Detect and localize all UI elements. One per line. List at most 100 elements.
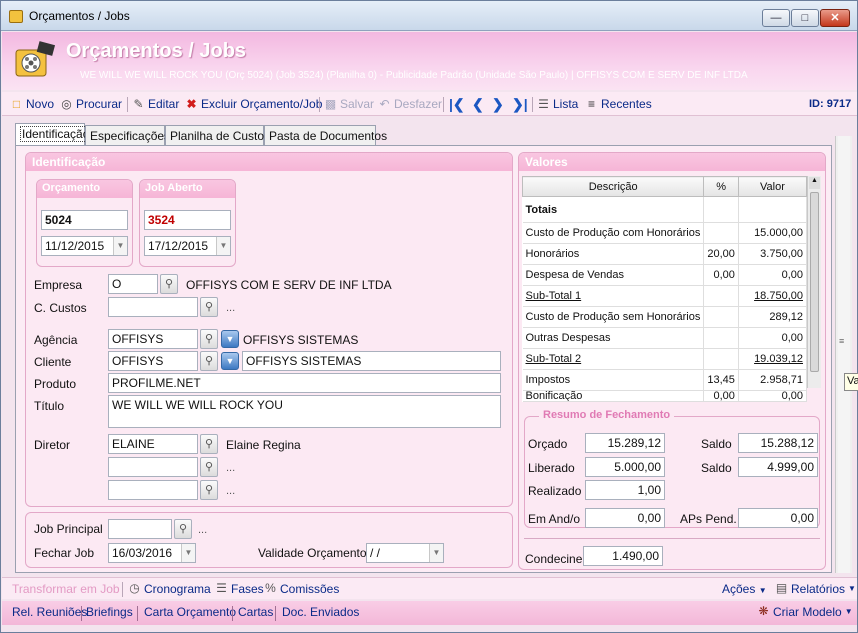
orcamento-date-field[interactable]: 11/12/2015 ▼ <box>41 236 128 256</box>
dropdown-arrow-icon[interactable]: ▼ <box>113 237 127 255</box>
job-number-field[interactable]: 3524 <box>144 210 231 230</box>
recent-button[interactable]: ≡ Recentes <box>585 96 652 112</box>
save-button[interactable]: ▩ Salvar <box>324 96 374 112</box>
minimize-button[interactable]: — <box>762 9 790 27</box>
search-icon[interactable]: ⚲ <box>200 457 218 477</box>
transform-to-job-link[interactable]: Transformar em Job <box>12 582 120 596</box>
empresa-code-field[interactable]: O <box>108 274 158 294</box>
cliente-name-field[interactable]: OFFISYS SISTEMAS <box>242 351 501 371</box>
search-icon[interactable]: ⚲ <box>200 351 218 371</box>
dropdown-arrow-icon[interactable]: ▼ <box>216 237 230 255</box>
row-valor: 0,00 <box>738 390 808 402</box>
diretor-code-field[interactable]: ELAINE <box>108 434 198 454</box>
tab-identificacao[interactable]: Identificação <box>15 123 92 146</box>
scroll-up-icon[interactable]: ▲ <box>809 177 820 189</box>
search-icon[interactable]: ⚲ <box>200 329 218 349</box>
row-descricao: Despesa de Vendas <box>522 264 705 286</box>
comissoes-link[interactable]: % Comissões <box>264 582 340 597</box>
first-record-icon[interactable]: |❮ <box>449 96 465 113</box>
em-andamento-field[interactable]: 0,00 <box>585 508 665 528</box>
comissoes-label: Comissões <box>280 582 340 596</box>
valores-table[interactable]: Descrição % Valor Totais Custo de Produçã… <box>521 176 808 402</box>
briefings-link[interactable]: Briefings <box>86 605 133 619</box>
new-button[interactable]: □ Novo <box>10 96 54 112</box>
search-icon[interactable]: ⚲ <box>160 274 178 294</box>
row-descricao: Custo de Produção com Honorários <box>522 222 705 244</box>
diretor2-code-field[interactable] <box>108 457 198 477</box>
aps-pend-field[interactable]: 0,00 <box>738 508 818 528</box>
table-row[interactable]: Honorários 20,00 3.750,00 <box>522 243 808 265</box>
search-icon[interactable]: ⚲ <box>200 480 218 500</box>
cliente-code-field[interactable]: OFFISYS <box>108 351 198 371</box>
doc-enviados-link[interactable]: Doc. Enviados <box>282 605 359 619</box>
validade-field[interactable]: / / ▼ <box>366 543 444 563</box>
maximize-button[interactable]: □ <box>791 9 819 27</box>
orcamento-number-field[interactable]: 5024 <box>41 210 128 230</box>
edit-button[interactable]: ✎ Editar <box>132 96 179 112</box>
search-icon[interactable]: ⚲ <box>200 297 218 317</box>
tab-label: Identificação <box>20 126 92 142</box>
dropdown-arrow-icon[interactable]: ▼ <box>181 544 195 562</box>
table-row[interactable]: Impostos 13,45 2.958,71 <box>522 369 808 391</box>
chevron-down-icon[interactable]: ▼ <box>221 352 239 370</box>
scroll-track[interactable] <box>838 136 850 573</box>
close-button[interactable]: ✕ <box>820 9 850 27</box>
liberado-field[interactable]: 5.000,00 <box>585 457 665 477</box>
cartas-link[interactable]: Cartas <box>238 605 273 619</box>
rel-reunioes-link[interactable]: Rel. Reuniões <box>12 605 87 619</box>
delete-button[interactable]: ✖ Excluir Orçamento/Job <box>185 96 322 112</box>
floppy-disk-icon: ▩ <box>324 96 337 111</box>
fases-link[interactable]: ☰ Fases <box>215 582 264 597</box>
criar-modelo-menu[interactable]: ❋ Criar Modelo ▼ <box>757 605 852 620</box>
table-row[interactable]: Totais <box>522 196 808 223</box>
tab-content: Identificação Orçamento 5024 11/12/2015 ▼… <box>15 145 832 573</box>
produto-field[interactable]: PROFILME.NET <box>108 373 501 393</box>
table-row[interactable]: Despesa de Vendas 0,00 0,00 <box>522 264 808 286</box>
cronograma-link[interactable]: ◷ Cronograma <box>128 582 210 597</box>
chevron-down-icon[interactable]: ▼ <box>221 330 239 348</box>
tab-planilha-custos[interactable]: Planilha de Custos <box>165 125 270 145</box>
titulo-field[interactable]: WE WILL WE WILL ROCK YOU <box>108 395 501 428</box>
realizado-field[interactable]: 1,00 <box>585 480 665 500</box>
fechar-job-field[interactable]: 16/03/2016 ▼ <box>108 543 196 563</box>
table-row[interactable]: Bonificação 0,00 0,00 <box>522 390 808 402</box>
list-button[interactable]: ☰ Lista <box>537 96 578 112</box>
tab-pasta-documentos[interactable]: Pasta de Documentos <box>264 125 387 145</box>
job-date-field[interactable]: 17/12/2015 ▼ <box>144 236 231 256</box>
scroll-thumb[interactable] <box>810 192 819 372</box>
search-icon[interactable]: ⚲ <box>200 434 218 454</box>
previous-record-icon[interactable]: ❮ <box>472 96 484 113</box>
tab-especificacoes[interactable]: Especificações <box>85 125 170 145</box>
table-row[interactable]: Custo de Produção sem Honorários 289,12 <box>522 306 808 328</box>
table-row[interactable]: Custo de Produção com Honorários 15.000,0… <box>522 222 808 244</box>
dropdown-arrow-icon[interactable]: ▼ <box>429 544 443 562</box>
col-descricao[interactable]: Descrição <box>521 176 705 197</box>
orcado-field[interactable]: 15.289,12 <box>585 433 665 453</box>
col-percent[interactable]: % <box>703 176 739 197</box>
diretor3-code-field[interactable] <box>108 480 198 500</box>
page-scrollbar[interactable]: ≡ <box>835 136 852 573</box>
search-icon[interactable]: ⚲ <box>174 519 192 539</box>
search-button[interactable]: ◎ Procurar <box>60 96 122 112</box>
col-valor[interactable]: Valor <box>737 176 808 197</box>
divider <box>137 606 138 621</box>
condecine-field[interactable]: 1.490,00 <box>583 546 663 566</box>
table-row[interactable]: Sub-Total 1 18.750,00 <box>522 285 808 307</box>
agencia-code-field[interactable]: OFFISYS <box>108 329 198 349</box>
custos-field[interactable] <box>108 297 198 317</box>
carta-orcamento-link[interactable]: Carta Orçamento <box>144 605 236 619</box>
last-record-icon[interactable]: ❯| <box>512 96 528 113</box>
acoes-menu[interactable]: Ações ▼ <box>722 582 767 596</box>
valores-scrollbar[interactable]: ▲ <box>807 176 821 388</box>
saldo1-field[interactable]: 15.288,12 <box>738 433 818 453</box>
diretor3-ellipsis: ... <box>226 485 236 497</box>
undo-button[interactable]: ↶ Desfazer <box>378 96 442 112</box>
relatorios-menu[interactable]: ▤ Relatórios ▼ <box>775 582 856 597</box>
film-reel-icon <box>15 41 56 77</box>
job-principal-field[interactable] <box>108 519 172 539</box>
links-bar: Rel. Reuniões Briefings Carta Orçamento … <box>2 601 857 625</box>
table-row[interactable]: Outras Despesas 0,00 <box>522 327 808 349</box>
next-record-icon[interactable]: ❯ <box>492 96 504 113</box>
table-row[interactable]: Sub-Total 2 19.039,12 <box>522 348 808 370</box>
saldo2-field[interactable]: 4.999,00 <box>738 457 818 477</box>
